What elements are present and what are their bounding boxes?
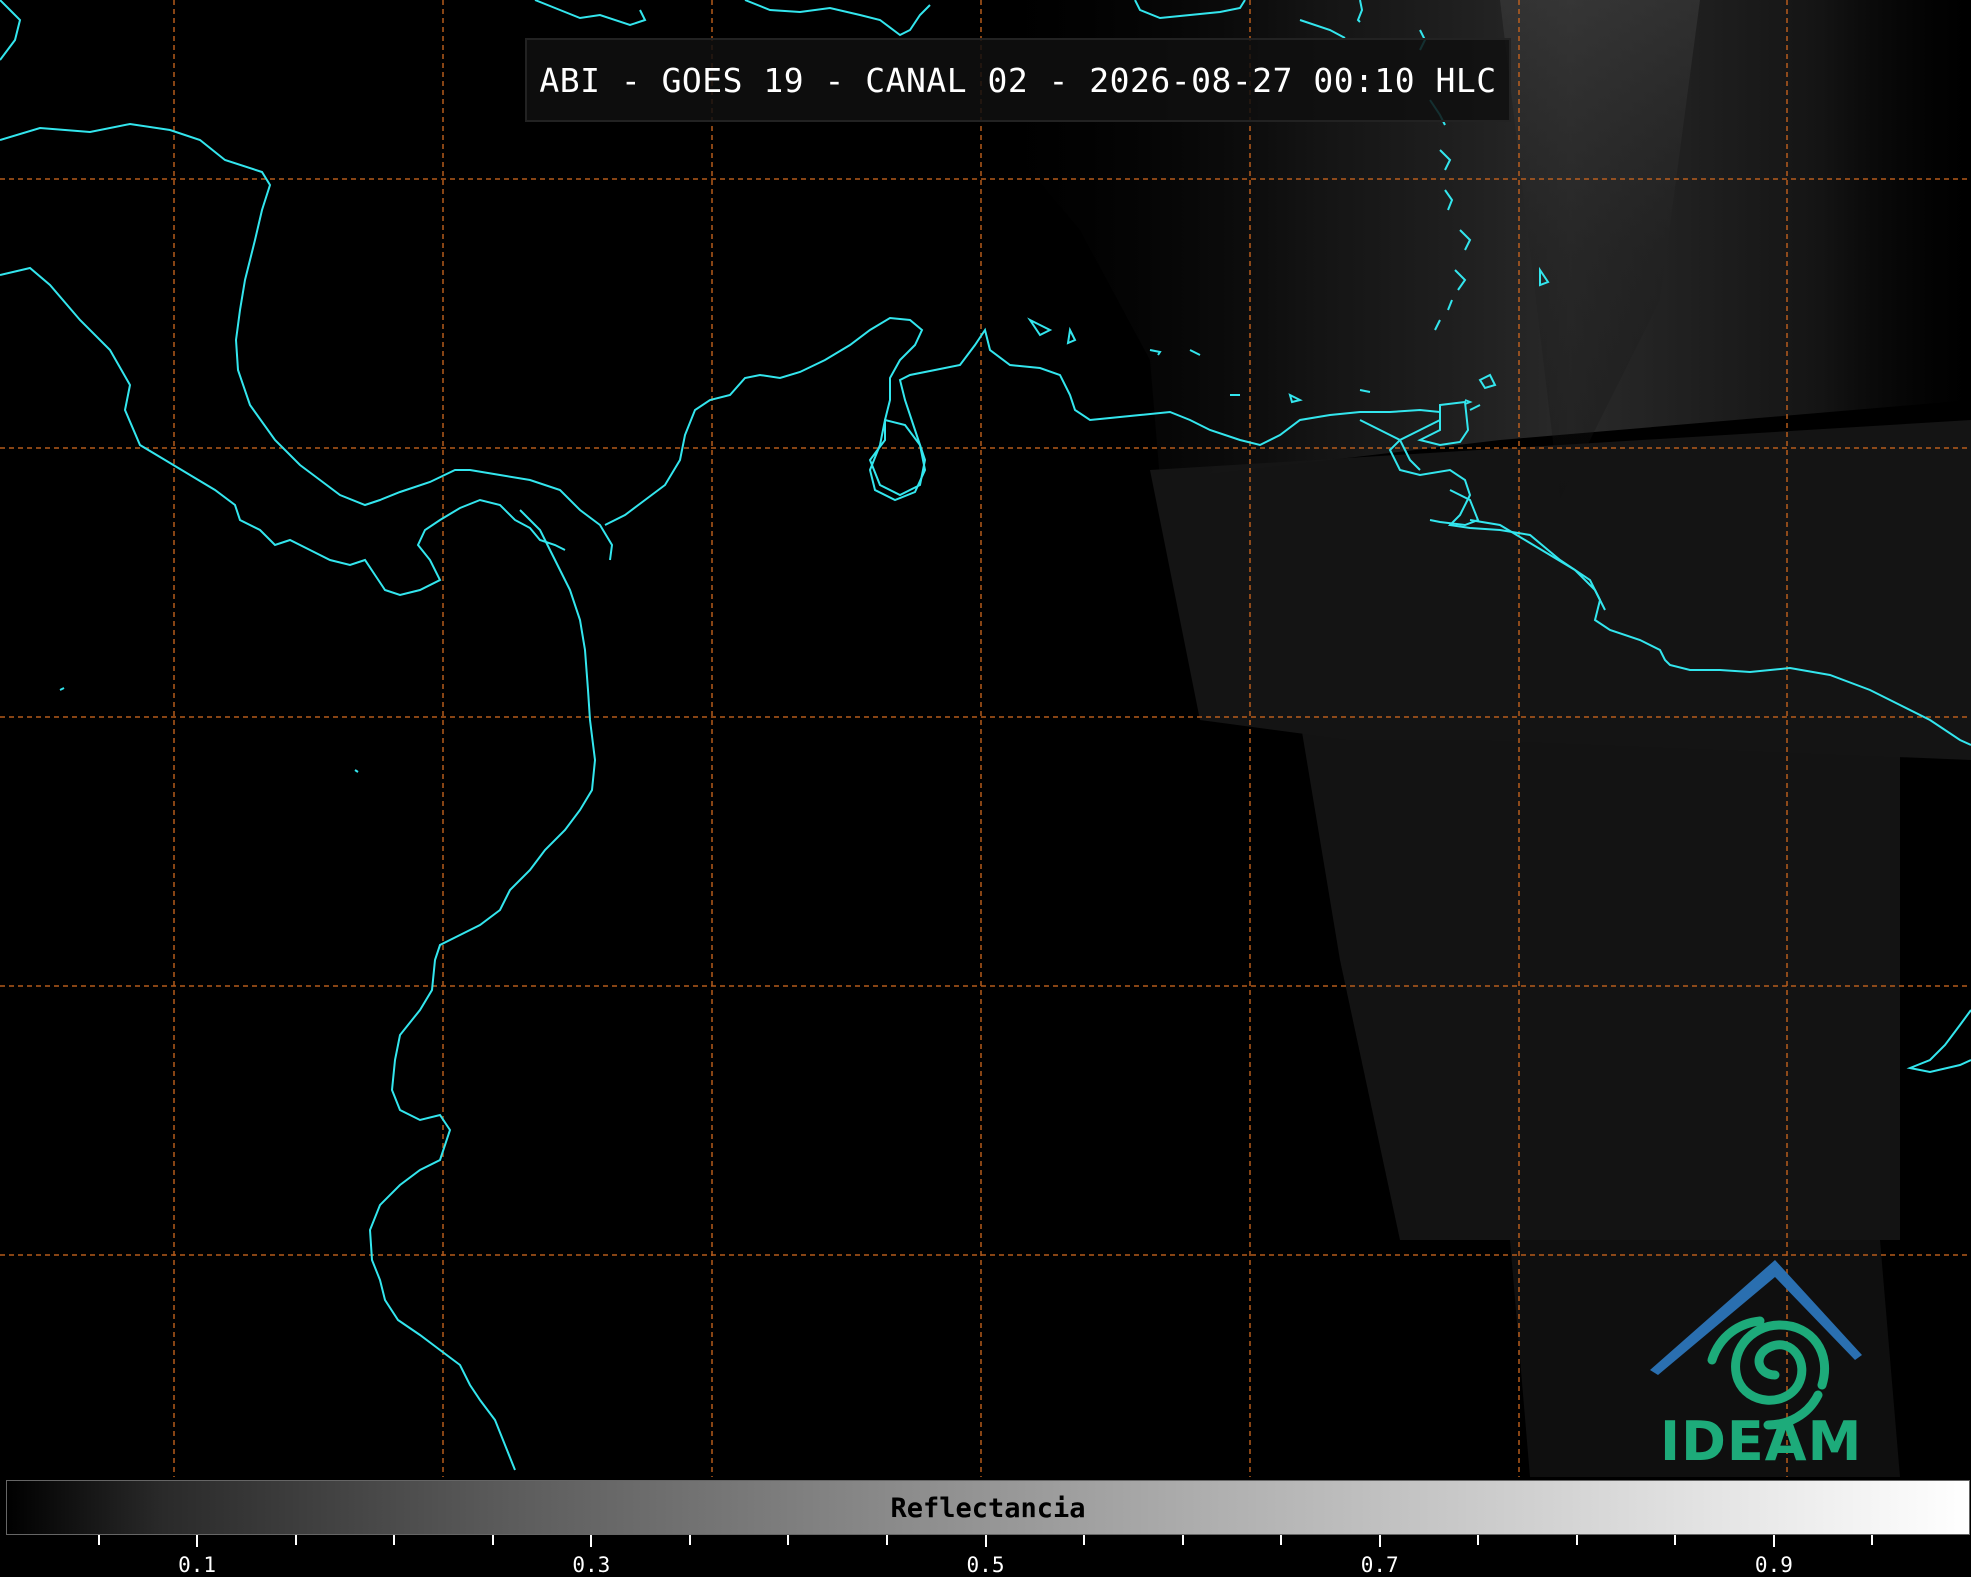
colorbar-major-tick [1378, 1535, 1381, 1547]
colorbar-axis: 0.1 0.3 0.5 0.7 0.9 [0, 1533, 1971, 1577]
colorbar-major-tick [1772, 1535, 1775, 1547]
colorbar-minor-tick [1181, 1535, 1184, 1545]
colorbar-minor-tick [1674, 1535, 1677, 1545]
colorbar-minor-tick [787, 1535, 790, 1545]
colorbar-tick-label: 0.9 [1754, 1553, 1793, 1577]
colorbar-minor-tick [294, 1535, 297, 1545]
colorbar-minor-tick [393, 1535, 396, 1545]
title-box: ABI - GOES 19 - CANAL 02 - 2026-08-27 00… [525, 38, 1511, 122]
colorbar-minor-tick [1477, 1535, 1480, 1545]
colorbar-major-tick [590, 1535, 593, 1547]
colorbar-major-tick [196, 1535, 199, 1547]
colorbar: Reflectancia [6, 1480, 1970, 1535]
colorbar-minor-tick [1083, 1535, 1086, 1545]
colorbar-minor-tick [688, 1535, 691, 1545]
colorbar-label: Reflectancia [890, 1493, 1086, 1524]
colorbar-major-tick [984, 1535, 987, 1547]
satellite-map: ABI - GOES 19 - CANAL 02 - 2026-08-27 00… [0, 0, 1971, 1477]
logo-text: IDEAM [1660, 1410, 1863, 1473]
colorbar-minor-tick [1280, 1535, 1283, 1545]
colorbar-tick-label: 0.5 [966, 1553, 1005, 1577]
colorbar-tick-label: 0.1 [178, 1553, 217, 1577]
colorbar-minor-tick [491, 1535, 494, 1545]
map-title: ABI - GOES 19 - CANAL 02 - 2026-08-27 00… [539, 60, 1497, 100]
colorbar-minor-tick [97, 1535, 100, 1545]
colorbar-minor-tick [1575, 1535, 1578, 1545]
colorbar-minor-tick [885, 1535, 888, 1545]
colorbar-tick-label: 0.3 [572, 1553, 611, 1577]
colorbar-tick-label: 0.7 [1360, 1553, 1399, 1577]
colorbar-minor-tick [1871, 1535, 1874, 1545]
